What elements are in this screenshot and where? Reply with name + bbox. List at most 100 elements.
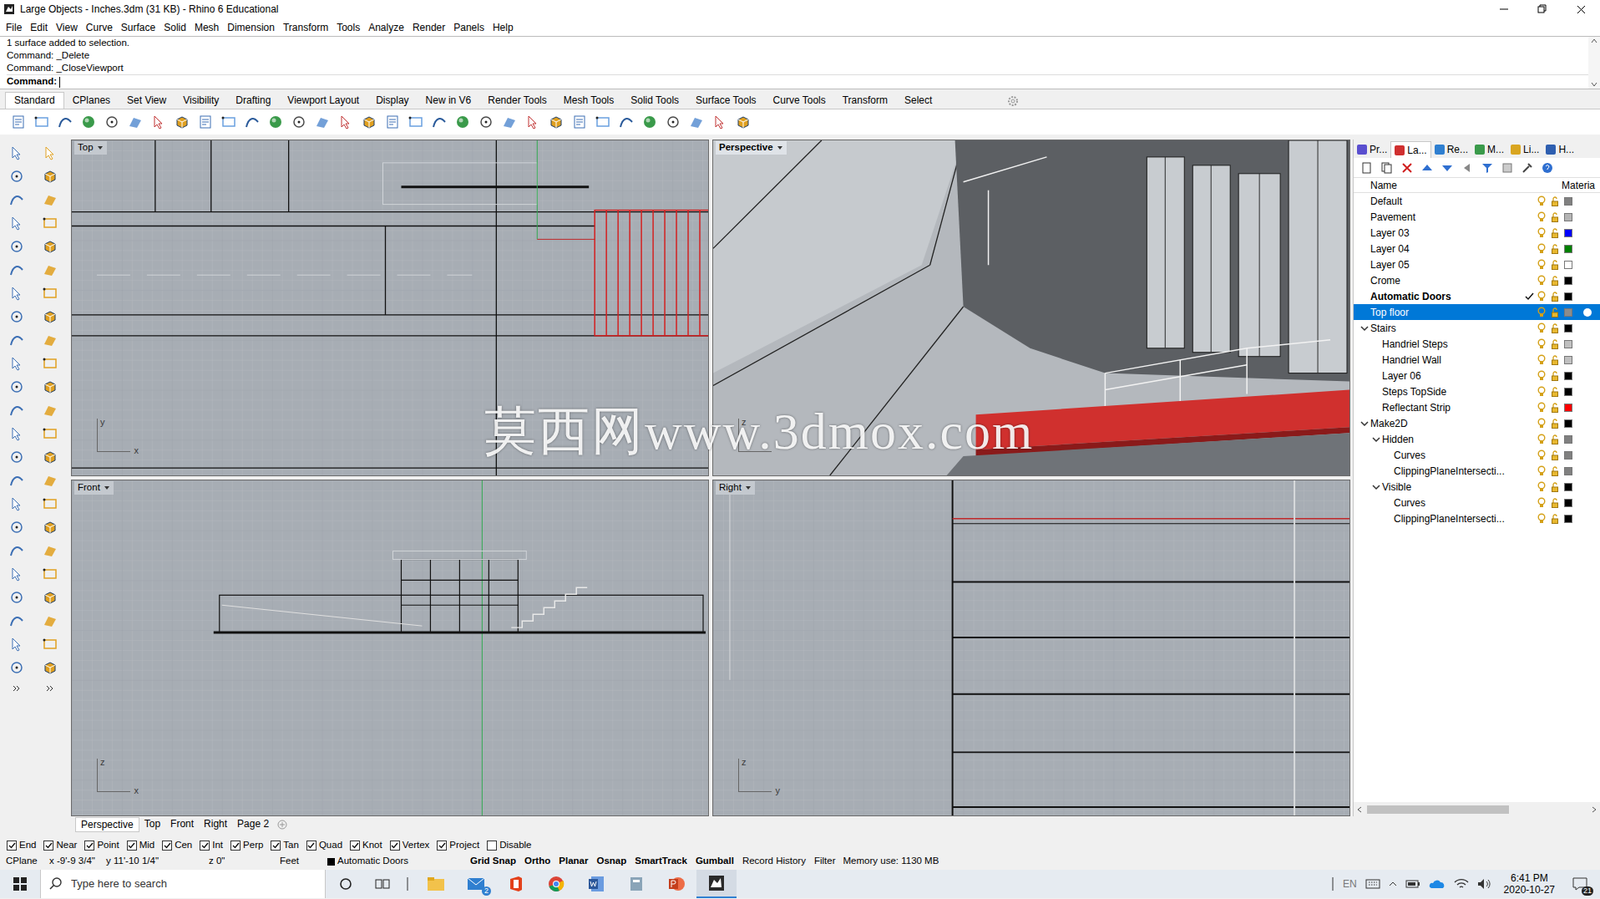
keyboard-icon[interactable] xyxy=(1365,878,1381,889)
layer-material-cell[interactable] xyxy=(1574,307,1600,318)
tool-icon[interactable] xyxy=(195,111,216,132)
viewport-tab[interactable]: Top xyxy=(139,816,166,832)
tool-icon[interactable] xyxy=(125,111,146,132)
tool-icon[interactable] xyxy=(55,111,76,132)
viewport[interactable]: Topyx xyxy=(70,139,709,476)
osnap-option[interactable]: Perp xyxy=(230,837,264,852)
viewport-label[interactable]: Perspective xyxy=(715,141,787,155)
layer-color-swatch[interactable] xyxy=(1564,435,1573,444)
tool-icon[interactable] xyxy=(40,329,61,350)
menu-item[interactable]: Surface xyxy=(116,20,160,36)
tool-icon[interactable] xyxy=(6,353,27,374)
tool-icon[interactable] xyxy=(242,111,263,132)
new-sublayer-icon[interactable] xyxy=(1380,162,1394,174)
visibility-bulb-icon[interactable] xyxy=(1534,306,1549,318)
toolbar-tab[interactable]: Standard xyxy=(5,91,65,109)
tool-icon[interactable] xyxy=(6,563,27,584)
tool-icon[interactable] xyxy=(40,236,61,257)
osnap-checkbox[interactable] xyxy=(230,840,241,851)
panel-tab[interactable]: Re... xyxy=(1431,141,1472,158)
tool-icon[interactable] xyxy=(40,470,61,491)
visibility-bulb-icon[interactable] xyxy=(1534,227,1549,238)
lock-icon[interactable] xyxy=(1548,450,1562,461)
tool-icon[interactable] xyxy=(40,283,61,304)
tool-icon[interactable] xyxy=(6,189,27,210)
clock[interactable]: 6:41 PM2020-10-27 xyxy=(1500,871,1559,896)
layer-color-cell[interactable] xyxy=(1561,466,1575,476)
tool-icon[interactable] xyxy=(6,259,27,280)
layer-color-cell[interactable] xyxy=(1561,450,1575,460)
tool-icon[interactable] xyxy=(6,423,27,444)
visibility-bulb-icon[interactable] xyxy=(1534,354,1549,365)
layer-color-cell[interactable] xyxy=(1561,371,1575,380)
toolbar-tab[interactable]: Render Tools xyxy=(479,92,556,109)
tool-icon[interactable] xyxy=(40,516,61,537)
layer-color-cell[interactable] xyxy=(1561,387,1575,396)
tool-icon[interactable] xyxy=(6,516,27,537)
layer-color-cell[interactable] xyxy=(1561,435,1575,444)
command-scrollbar[interactable] xyxy=(1588,36,1600,89)
menu-item[interactable]: Dimension xyxy=(222,20,279,36)
tool-icon[interactable] xyxy=(40,212,61,233)
layer-color-cell[interactable] xyxy=(1561,498,1575,507)
tool-icon[interactable] xyxy=(40,376,61,397)
layer-color-swatch[interactable] xyxy=(1564,387,1573,396)
toolbar-tab[interactable]: Drafting xyxy=(227,92,279,109)
tool-icon[interactable] xyxy=(78,111,99,132)
notification-center[interactable]: 21 xyxy=(1566,871,1594,896)
layer-color-swatch[interactable] xyxy=(1564,292,1573,301)
settings-icon[interactable] xyxy=(1500,162,1514,174)
tools-icon[interactable] xyxy=(1520,162,1535,174)
gear-icon[interactable] xyxy=(1007,92,1019,109)
toolbar-tab[interactable]: Transform xyxy=(834,92,897,109)
taskbar-search[interactable] xyxy=(40,869,326,898)
rhino-icon[interactable] xyxy=(708,874,725,892)
viewport-tab[interactable]: Front xyxy=(165,816,199,832)
tool-icon[interactable] xyxy=(40,493,61,514)
tool-icon[interactable] xyxy=(40,610,61,631)
layer-row[interactable]: Automatic Doors xyxy=(1353,288,1600,304)
lock-icon[interactable] xyxy=(1548,323,1562,334)
panel-tab[interactable]: La... xyxy=(1390,141,1431,158)
mail-app[interactable]: 2 xyxy=(455,869,497,898)
osnap-checkbox[interactable] xyxy=(43,840,54,851)
viewport-label[interactable]: Top xyxy=(74,141,107,155)
dropdown-icon[interactable] xyxy=(776,145,784,151)
menu-item[interactable]: Mesh xyxy=(190,20,223,36)
tool-icon[interactable] xyxy=(6,587,27,608)
lock-icon[interactable] xyxy=(1548,386,1562,397)
viewport-label[interactable]: Right xyxy=(715,481,755,495)
expand-arrow-icon[interactable] xyxy=(1370,482,1383,492)
layer-row[interactable]: ClippingPlaneIntersecti... xyxy=(1353,510,1600,527)
layer-color-cell[interactable] xyxy=(1561,514,1575,523)
tool-icon[interactable] xyxy=(359,111,380,132)
lock-icon[interactable] xyxy=(1548,259,1562,270)
osnap-checkbox[interactable] xyxy=(126,840,137,851)
toolbar-tab[interactable]: New in V6 xyxy=(417,92,481,109)
osnap-option[interactable]: Disable xyxy=(486,837,532,852)
expand-arrow-icon[interactable] xyxy=(1358,324,1371,333)
tool-icon[interactable] xyxy=(709,111,730,132)
visibility-bulb-icon[interactable] xyxy=(1534,369,1549,381)
lock-icon[interactable] xyxy=(1548,227,1562,238)
scroll-right-icon[interactable] xyxy=(1591,805,1597,813)
layer-row[interactable]: Top floor xyxy=(1353,303,1600,320)
osnap-option[interactable]: Near xyxy=(43,837,77,852)
visibility-bulb-icon[interactable] xyxy=(1534,290,1549,302)
layer-color-swatch[interactable] xyxy=(1564,244,1573,254)
tool-icon[interactable] xyxy=(40,587,61,608)
dropdown-icon[interactable] xyxy=(103,485,111,491)
visibility-bulb-icon[interactable] xyxy=(1534,401,1549,413)
layer-color-cell[interactable] xyxy=(1561,197,1575,206)
tool-icon[interactable] xyxy=(405,111,426,132)
layer-color-swatch[interactable] xyxy=(1564,339,1573,349)
layer-color-cell[interactable] xyxy=(1561,244,1575,254)
layer-color-swatch[interactable] xyxy=(1564,371,1573,380)
dropdown-icon[interactable] xyxy=(96,145,104,151)
dropdown-icon[interactable] xyxy=(744,485,752,491)
layer-row[interactable]: Make2D xyxy=(1353,415,1600,431)
tool-icon[interactable] xyxy=(6,610,27,631)
panel-tab[interactable]: M... xyxy=(1471,141,1508,158)
layer-name[interactable]: Layer 06 xyxy=(1382,368,1422,384)
tool-icon[interactable] xyxy=(6,400,27,421)
